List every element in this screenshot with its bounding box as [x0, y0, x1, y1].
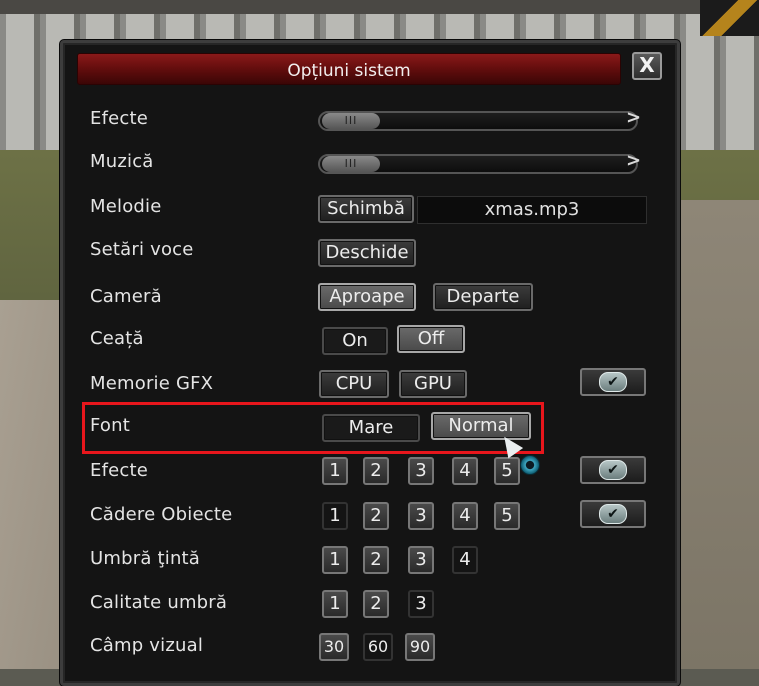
window-titlebar[interactable]: Opțiuni sistem [77, 53, 621, 85]
fov-90-button[interactable]: 90 [405, 633, 435, 661]
camera-far-button[interactable]: Departe [433, 283, 533, 311]
music-slider[interactable]: III [318, 154, 638, 174]
shadow-quality-level-2[interactable]: 2 [363, 590, 389, 618]
target-shadow-level-2[interactable]: 2 [363, 546, 389, 574]
slider-knob[interactable]: III [322, 113, 380, 129]
camera-label: Cameră [90, 286, 162, 307]
camera-near-button[interactable]: Aproape [318, 283, 416, 311]
gfx-memory-label: Memorie GFX [90, 373, 214, 394]
gfx-gpu-button[interactable]: GPU [399, 370, 467, 398]
cursor-eye-icon [520, 455, 540, 475]
sound-effects-slider[interactable]: III [318, 111, 638, 131]
game-corner-icon[interactable] [700, 0, 759, 36]
melody-label: Melodie [90, 196, 162, 217]
item-drop-level-2[interactable]: 2 [363, 502, 389, 530]
effects-level-3[interactable]: 3 [408, 457, 434, 485]
open-voice-settings-button[interactable]: Deschide [318, 239, 416, 267]
gfx-cpu-button[interactable]: CPU [319, 370, 389, 398]
item-drop-checkbox[interactable]: ✔ [580, 500, 646, 528]
target-shadow-label: Umbră ţintă [90, 548, 201, 569]
graphic-effects-label: Efecte [90, 460, 149, 481]
shadow-quality-label: Calitate umbră [90, 592, 228, 613]
effects-level-2[interactable]: 2 [363, 457, 389, 485]
fov-30-button[interactable]: 30 [319, 633, 349, 661]
current-song-field: xmas.mp3 [417, 196, 647, 224]
effects-level-1[interactable]: 1 [322, 457, 348, 485]
shadow-quality-level-1[interactable]: 1 [322, 590, 348, 618]
music-label: Muzică [90, 151, 154, 172]
item-drop-label: Cădere Obiecte [90, 504, 233, 525]
sound-effects-label: Efecte [90, 108, 149, 129]
fog-on-button[interactable]: On [322, 327, 388, 355]
target-shadow-level-1[interactable]: 1 [322, 546, 348, 574]
fog-label: Ceață [90, 328, 144, 349]
item-drop-level-5[interactable]: 5 [494, 502, 520, 530]
change-melody-button[interactable]: Schimbă [318, 195, 414, 223]
gfx-memory-checkbox[interactable]: ✔ [580, 368, 646, 396]
target-shadow-level-4[interactable]: 4 [452, 546, 478, 574]
field-of-view-label: Câmp vizual [90, 635, 204, 656]
shadow-quality-level-3[interactable]: 3 [408, 590, 434, 618]
close-button[interactable]: X [632, 52, 662, 80]
item-drop-level-3[interactable]: 3 [408, 502, 434, 530]
window-title: Opțiuni sistem [287, 60, 411, 81]
graphic-effects-checkbox[interactable]: ✔ [580, 456, 646, 484]
fence-top [0, 0, 759, 14]
fov-60-button[interactable]: 60 [363, 633, 393, 661]
slider-knob[interactable]: III [322, 156, 380, 172]
effects-level-4[interactable]: 4 [452, 457, 478, 485]
slider-arrow-icon[interactable]: > [626, 107, 641, 128]
font-row-highlight [82, 402, 544, 454]
item-drop-level-1[interactable]: 1 [322, 502, 348, 530]
system-options-window: Opțiuni sistem X Efecte III > Muzică III… [60, 40, 680, 686]
check-icon: ✔ [599, 460, 627, 480]
item-drop-level-4[interactable]: 4 [452, 502, 478, 530]
fog-off-button[interactable]: Off [397, 325, 465, 353]
target-shadow-level-3[interactable]: 3 [408, 546, 434, 574]
close-icon: X [639, 53, 655, 77]
dirt-road-right [680, 200, 759, 669]
check-icon: ✔ [599, 504, 627, 524]
voice-settings-label: Setări voce [90, 239, 194, 260]
slider-arrow-icon[interactable]: > [626, 150, 641, 171]
check-icon: ✔ [599, 372, 627, 392]
effects-level-5[interactable]: 5 [494, 457, 520, 485]
